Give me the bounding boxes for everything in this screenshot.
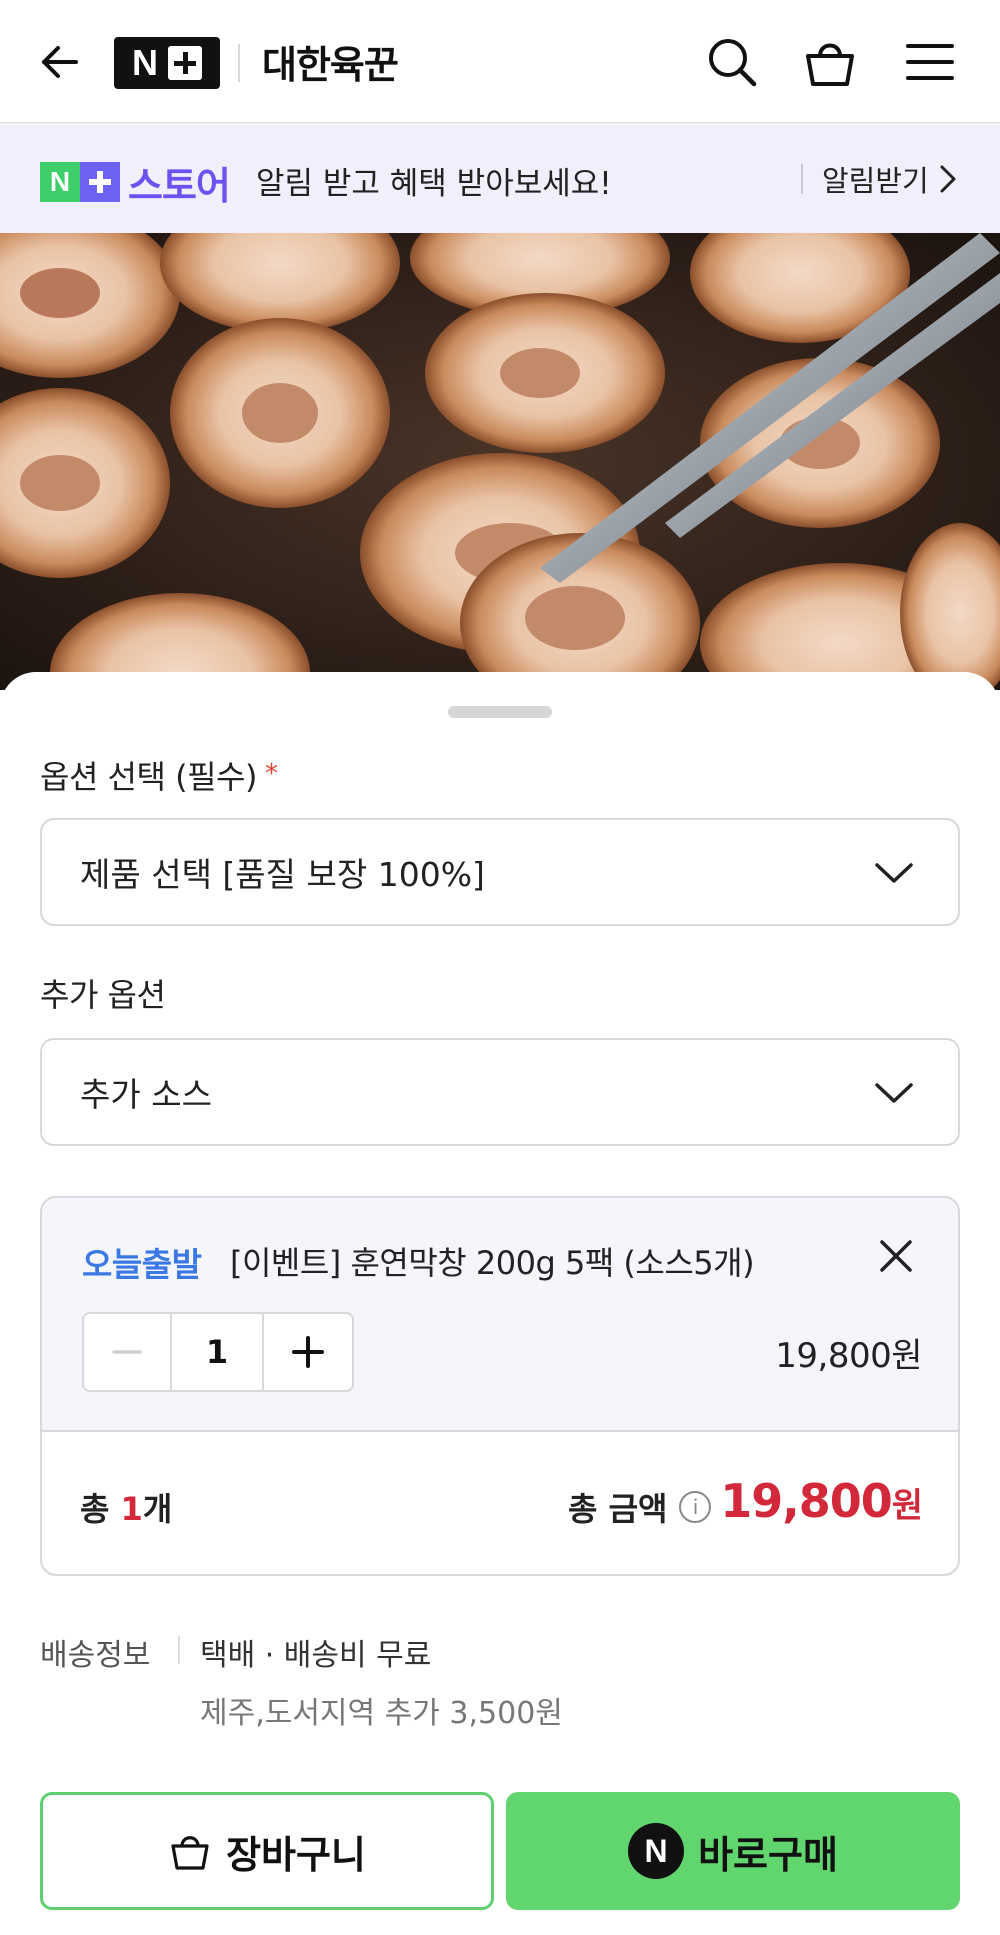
chevron-down-icon <box>875 1083 913 1103</box>
shopping-bag-icon[interactable] <box>802 34 858 90</box>
total-amount: 19,800원 <box>720 1474 923 1528</box>
minus-icon <box>112 1350 142 1354</box>
remove-item-icon[interactable] <box>878 1238 914 1274</box>
total-quantity: 총 1개 <box>80 1484 172 1530</box>
increase-quantity-button[interactable] <box>264 1314 352 1390</box>
total-amount-currency: 원 <box>891 1486 923 1526</box>
naver-plus-store-logo: N 스토어 <box>40 161 231 208</box>
buy-now-button[interactable]: N 바로구매 <box>506 1792 960 1910</box>
logo-letter: N <box>132 42 158 83</box>
product-image <box>0 233 1000 690</box>
required-option-select[interactable]: 제품 선택 [품질 보장 100%] <box>40 818 960 926</box>
divider <box>801 164 803 194</box>
delivery-extra-fee: 제주,도서지역 추가 3,500원 <box>200 1696 563 1731</box>
grilled-makchang <box>0 233 1000 690</box>
chevron-right-icon <box>940 165 956 193</box>
info-icon[interactable]: i <box>679 1491 712 1523</box>
plus-icon <box>168 46 202 80</box>
hamburger-menu-icon[interactable] <box>902 34 958 90</box>
extra-option-value: 추가 소스 <box>80 1075 212 1114</box>
logo-letter: N <box>40 162 80 202</box>
add-to-cart-button[interactable]: 장바구니 <box>40 1792 494 1910</box>
search-icon[interactable] <box>704 34 760 90</box>
plus-icon <box>80 162 120 202</box>
required-mark: * <box>264 759 278 789</box>
selected-product-name: [이벤트] 훈연막창 200g 5팩 (소스5개) <box>230 1244 755 1282</box>
subscribe-alert-label: 알림받기 <box>822 164 929 198</box>
store-logo-text: 스토어 <box>128 163 231 208</box>
store-brand-name[interactable]: 대한육꾼 <box>262 34 399 89</box>
total-count-prefix: 총 <box>80 1490 121 1528</box>
decrease-quantity-button[interactable] <box>84 1314 172 1390</box>
required-option-text: 옵션 선택 (필수) <box>40 758 257 796</box>
extra-option-label: 추가 옵션 <box>40 976 166 1014</box>
shopping-bag-icon <box>171 1836 209 1870</box>
plus-icon <box>292 1336 324 1368</box>
naver-pay-icon: N <box>628 1823 685 1879</box>
delivery-info-value: 택배 · 배송비 무료 <box>200 1638 432 1673</box>
back-arrow-icon[interactable] <box>36 38 84 86</box>
selected-item-box: 오늘출발 [이벤트] 훈연막창 200g 5팩 (소스5개) 1 19,800원… <box>40 1196 960 1576</box>
extra-option-select[interactable]: 추가 소스 <box>40 1038 960 1146</box>
quantity-value[interactable]: 1 <box>172 1314 264 1390</box>
add-to-cart-label: 장바구니 <box>226 1832 366 1877</box>
total-count-suffix: 개 <box>142 1490 173 1528</box>
item-price: 19,800원 <box>775 1336 922 1376</box>
chevron-down-icon <box>875 863 913 883</box>
subscribe-alert-button[interactable]: 알림받기 <box>822 158 957 200</box>
top-header: N 대한육꾼 <box>0 0 1000 124</box>
notice-message: 알림 받고 혜택 받아보세요! <box>256 166 612 202</box>
required-option-label: 옵션 선택 (필수) * <box>40 752 278 798</box>
total-amount-value: 19,800 <box>720 1474 893 1528</box>
divider <box>178 1636 180 1664</box>
product-photo <box>0 233 1000 690</box>
delivery-info-label: 배송정보 <box>40 1638 151 1673</box>
same-day-shipping-badge: 오늘출발 <box>82 1245 202 1284</box>
naver-plus-logo[interactable]: N <box>114 37 220 89</box>
required-option-value: 제품 선택 [품질 보장 100%] <box>80 855 485 894</box>
sheet-drag-handle[interactable] <box>448 706 552 718</box>
divider <box>238 44 240 82</box>
selected-item-row: 오늘출발 [이벤트] 훈연막창 200g 5팩 (소스5개) 1 19,800원 <box>42 1198 958 1432</box>
quantity-stepper: 1 <box>82 1312 354 1392</box>
buy-now-label: 바로구매 <box>698 1832 838 1877</box>
total-amount-text: 총 금액 <box>568 1490 668 1528</box>
total-amount-label: 총 금액 i <box>568 1484 712 1530</box>
total-count-number: 1 <box>120 1490 143 1528</box>
